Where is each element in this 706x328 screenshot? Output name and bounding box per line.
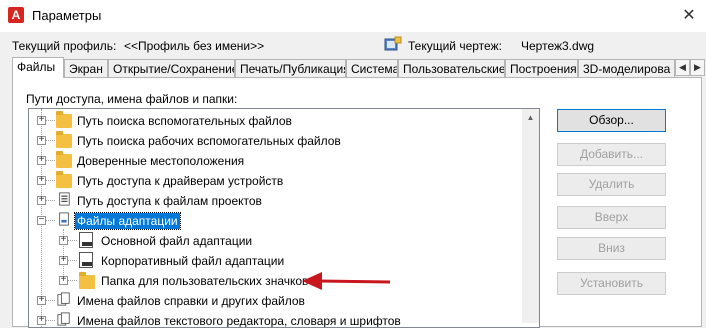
tree-item[interactable]: + Доверенные местоположения — [29, 151, 519, 171]
folder-icon — [79, 272, 95, 289]
set-current-button[interactable]: Установить — [557, 272, 666, 295]
expand-icon[interactable]: + — [59, 275, 68, 285]
drawing-icon — [384, 36, 402, 51]
tab-plot-publish[interactable]: Печать/Публикация — [235, 59, 346, 77]
tab-open-save[interactable]: Открытие/Сохранение — [108, 59, 235, 77]
tree-item-label: Путь доступа к файлам проектов — [77, 194, 262, 208]
expand-icon[interactable]: + — [59, 235, 68, 245]
tree-item-label: Путь доступа к драйверам устройств — [77, 174, 284, 188]
tree-item[interactable]: + Путь доступа к драйверам устройств — [29, 171, 519, 191]
tree-item[interactable]: + Имена файлов справки и других файлов — [29, 291, 519, 311]
project-file-icon — [59, 192, 70, 206]
tree-item-label: Путь поиска вспомогательных файлов — [77, 114, 292, 128]
remove-button[interactable]: Удалить — [557, 173, 666, 196]
tree-item[interactable]: + Корпоративный файл адаптации — [29, 251, 519, 271]
tab-files[interactable]: Файлы — [12, 57, 64, 78]
tree-item-label: Папка для пользовательских значков — [101, 274, 309, 288]
files-icon — [57, 312, 70, 326]
tree-item[interactable]: + Путь поиска вспомогательных файлов — [29, 111, 519, 131]
customization-files-icon — [59, 212, 69, 226]
folder-icon — [56, 111, 72, 128]
expand-icon[interactable]: + — [37, 175, 46, 185]
tree-scrollbar[interactable] — [522, 109, 539, 323]
current-drawing-value: Чертеж3.dwg — [521, 39, 595, 53]
options-tab-strip: Файлы Экран Открытие/Сохранение Печать/П… — [12, 57, 676, 78]
expand-icon[interactable]: + — [37, 295, 46, 305]
close-button[interactable]: ✕ — [676, 4, 702, 28]
current-profile-value: <<Профиль без имени>> — [124, 39, 265, 53]
expand-icon[interactable]: + — [37, 115, 46, 125]
expand-icon[interactable]: + — [37, 135, 46, 145]
tab-system[interactable]: Система — [346, 59, 398, 77]
tree-item-label: Имена файлов текстового редактора, слова… — [77, 314, 401, 328]
move-up-button[interactable]: Вверх — [557, 206, 666, 229]
paths-label: Пути доступа, имена файлов и папки: — [26, 92, 238, 106]
tab-3d-modeling[interactable]: 3D-моделирова — [578, 59, 675, 77]
tree-item-label: Доверенные местоположения — [77, 154, 245, 168]
autocad-app-icon: A — [8, 7, 24, 23]
tree-item[interactable]: + Папка для пользовательских значков — [29, 271, 519, 291]
files-icon — [57, 292, 70, 306]
tab-scroll-right-button[interactable]: ▶ — [690, 59, 705, 76]
tab-scroll-left-button[interactable]: ◀ — [675, 59, 690, 76]
tree-item[interactable]: + Имена файлов текстового редактора, сло… — [29, 311, 519, 328]
expand-icon[interactable]: + — [59, 255, 68, 265]
current-profile-label: Текущий профиль: — [12, 39, 117, 53]
tab-drafting[interactable]: Построения — [505, 59, 578, 77]
tree-item-selected[interactable]: − Файлы адаптации — [29, 211, 519, 231]
cui-file-icon — [79, 232, 93, 248]
tree-item-label: Корпоративный файл адаптации — [101, 254, 285, 268]
tree-item[interactable]: + Основной файл адаптации — [29, 231, 519, 251]
window-title: Параметры — [32, 8, 102, 23]
add-button[interactable]: Добавить... — [557, 143, 666, 166]
folder-icon — [56, 131, 72, 148]
move-down-button[interactable]: Вниз — [557, 237, 666, 260]
tree-item[interactable]: + Путь поиска рабочих вспомогательных фа… — [29, 131, 519, 151]
tab-user-preferences[interactable]: Пользовательские — [398, 59, 505, 77]
tree-item-label: Путь поиска рабочих вспомогательных файл… — [77, 134, 341, 148]
browse-button[interactable]: Обзор... — [557, 109, 666, 132]
annotation-arrow-icon — [302, 272, 391, 290]
cui-file-icon — [79, 252, 93, 268]
folder-icon — [56, 171, 72, 188]
expand-icon[interactable]: + — [37, 195, 46, 205]
title-bar — [0, 0, 706, 32]
folder-icon — [56, 151, 72, 168]
search-paths-tree[interactable]: + Путь поиска вспомогательных файлов + П… — [28, 108, 540, 328]
expand-icon[interactable]: + — [37, 315, 46, 325]
tree-item-label: Основной файл адаптации — [101, 234, 253, 248]
tree-item-label: Файлы адаптации — [74, 212, 181, 230]
collapse-icon[interactable]: − — [37, 215, 46, 225]
scroll-up-icon[interactable]: ▲ — [522, 109, 539, 126]
tab-display[interactable]: Экран — [64, 59, 108, 77]
tree-item[interactable]: + Путь доступа к файлам проектов — [29, 191, 519, 211]
expand-icon[interactable]: + — [37, 155, 46, 165]
current-drawing-label: Текущий чертеж: — [408, 39, 502, 53]
tree-item-label: Имена файлов справки и других файлов — [77, 294, 305, 308]
